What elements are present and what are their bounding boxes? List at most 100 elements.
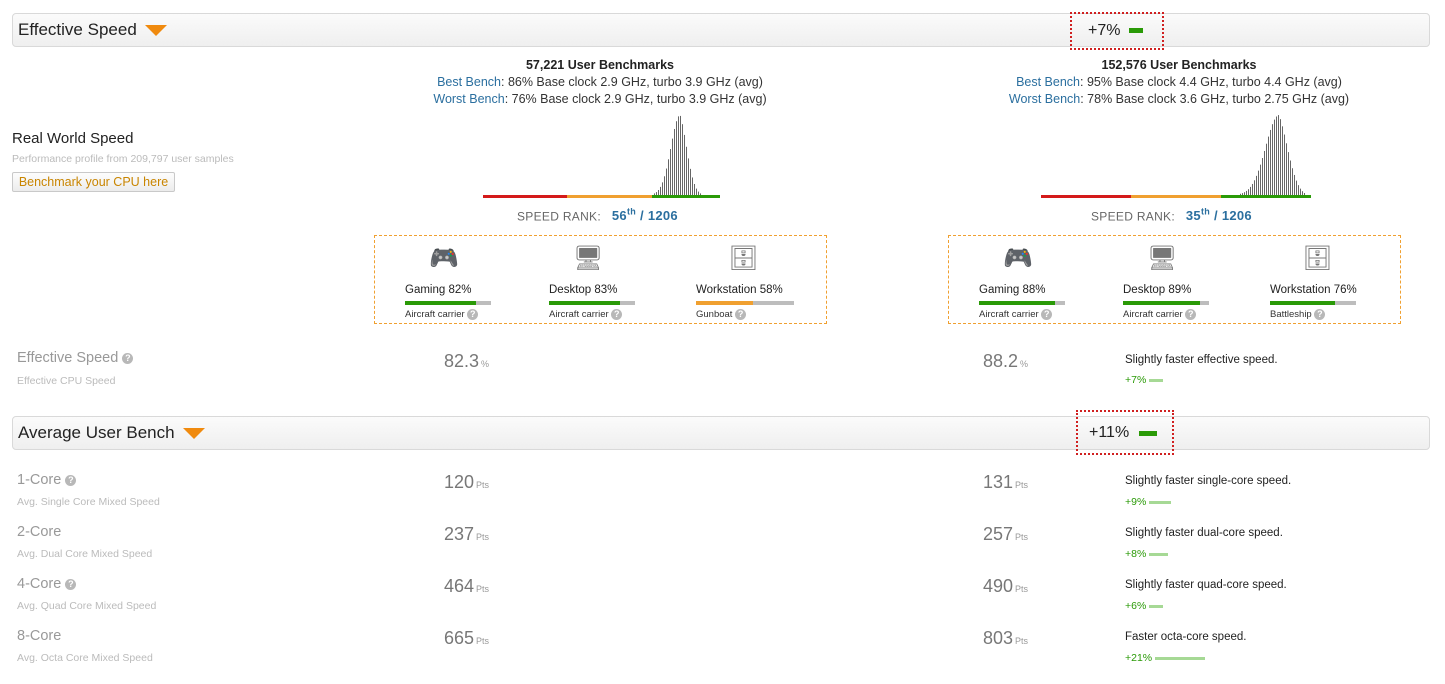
diff-bar <box>1129 28 1143 33</box>
row-label: 4-Core ? <box>17 576 77 592</box>
caret-down-icon[interactable] <box>182 428 205 440</box>
row-pct: +21% <box>1125 652 1206 664</box>
pct-bar <box>1155 656 1206 660</box>
histogram-bar <box>686 146 687 195</box>
histogram-bar <box>658 190 659 195</box>
row-comment: Faster octa-core speed. <box>1125 631 1247 643</box>
real-world-title: Real World Speed <box>12 130 134 147</box>
cpu2-value: 803 Pts <box>983 628 1029 648</box>
histogram-bar <box>1248 189 1249 195</box>
histogram-bar <box>670 149 671 195</box>
usage-bar <box>405 301 491 305</box>
histogram-bar <box>684 134 685 195</box>
help-icon[interactable]: ? <box>735 309 747 320</box>
histogram-bar <box>1254 180 1255 195</box>
histogram-bar <box>1292 168 1293 195</box>
benchmark-cpu-button[interactable]: Benchmark your CPU here <box>12 172 175 192</box>
histogram-bar <box>680 115 681 195</box>
best-bench-link[interactable]: Best Bench <box>437 75 501 89</box>
help-icon[interactable]: ? <box>65 578 77 590</box>
histogram-bar <box>1300 188 1301 195</box>
rank-scale-red <box>1041 195 1131 198</box>
cpu1-value: 120 Pts <box>444 472 490 492</box>
cpu2-value: 131 Pts <box>983 472 1029 492</box>
histogram-bar <box>1294 174 1295 195</box>
histogram-bar <box>1304 192 1305 195</box>
pct-bar <box>1149 552 1169 556</box>
diff-bar <box>1139 431 1157 436</box>
help-icon[interactable]: ? <box>1185 309 1197 320</box>
best-bench-link[interactable]: Best Bench <box>1016 75 1080 89</box>
cpu2-bench-info: 152,576 User Benchmarks Best Bench: 95% … <box>979 58 1379 106</box>
histogram-bar <box>1298 185 1299 195</box>
tower-icon: 🗄 <box>1302 245 1333 272</box>
pct-bar <box>1149 378 1164 382</box>
gamepad-icon: 🎮 <box>1003 245 1033 272</box>
help-icon[interactable]: ? <box>122 352 134 364</box>
rank-scale-red <box>483 195 567 198</box>
section-title: Average User Bench <box>18 423 205 443</box>
histogram-bar <box>1278 115 1279 195</box>
help-icon[interactable]: ? <box>467 309 479 320</box>
row-sub: Avg. Quad Core Mixed Speed <box>17 600 157 612</box>
histogram-bar <box>660 186 661 195</box>
histogram-bar <box>654 193 655 195</box>
cpu1-effective-speed: 82.3% <box>444 351 490 371</box>
histogram-bar <box>682 124 683 195</box>
effective-speed-label: Effective Speed ? <box>17 350 134 366</box>
cpu1-worst-bench: Worst Bench: 76% Base clock 2.9 GHz, tur… <box>433 92 767 106</box>
usage-bar <box>549 301 635 305</box>
histogram-bar <box>656 192 657 195</box>
histogram-bar <box>1288 152 1289 195</box>
histogram-bar <box>1250 186 1251 195</box>
histogram-bar <box>662 182 663 195</box>
histogram-bar <box>1244 192 1245 195</box>
pct-bar <box>1149 500 1172 504</box>
histogram-bar <box>1270 129 1271 195</box>
help-icon[interactable]: ? <box>611 309 623 320</box>
cpu2-bench-title: 152,576 User Benchmarks <box>1101 58 1257 72</box>
cpu2-usage-box: 🎮 Gaming 88% Aircraft carrier ? 🖥 Deskto… <box>948 235 1401 324</box>
effective-speed-comment: Slightly faster effective speed. <box>1125 354 1278 366</box>
help-icon[interactable]: ? <box>1314 309 1326 320</box>
cpu2-histogram <box>1041 115 1311 198</box>
worst-bench-link[interactable]: Worst Bench <box>1009 92 1080 106</box>
histogram-bar <box>1240 193 1241 195</box>
worst-bench-link[interactable]: Worst Bench <box>433 92 504 106</box>
histogram-bar <box>1272 124 1273 195</box>
histogram-bar <box>1246 190 1247 195</box>
cpu1-bench-title: 57,221 User Benchmarks <box>525 58 674 72</box>
monitor-icon: 🖥 <box>1147 245 1178 272</box>
row-sub: Avg. Single Core Mixed Speed <box>17 496 160 508</box>
histogram-bar <box>1258 170 1259 195</box>
row-pct: +8% <box>1125 548 1169 560</box>
bench-row-4-core: 4-Core ? Avg. Quad Core Mixed Speed 464 P… <box>0 574 1445 626</box>
row-label: 2-Core <box>17 524 62 540</box>
tower-icon: 🗄 <box>728 245 759 272</box>
help-icon[interactable]: ? <box>65 474 77 486</box>
usage-bar <box>696 301 794 305</box>
cpu1-usage-box: 🎮 Gaming 82% Aircraft carrier ? 🖥 Deskto… <box>374 235 827 324</box>
effective-speed-header[interactable]: Effective Speed <box>12 13 1430 47</box>
diff-badge: +7% <box>1070 12 1164 50</box>
help-icon[interactable]: ? <box>1041 309 1053 320</box>
usage-bar <box>979 301 1065 305</box>
cpu1-value: 464 Pts <box>444 576 490 596</box>
bench-row-1-core: 1-Core ? Avg. Single Core Mixed Speed 12… <box>0 470 1445 522</box>
histogram-bar <box>700 193 701 195</box>
row-comment: Slightly faster quad-core speed. <box>1125 579 1287 591</box>
histogram-bar <box>696 188 697 195</box>
histogram-bar <box>688 158 689 195</box>
row-label: 8-Core <box>17 628 62 644</box>
row-comment: Slightly faster dual-core speed. <box>1125 527 1283 539</box>
histogram-bar <box>1290 160 1291 195</box>
usage-bar <box>1270 301 1356 305</box>
rank-scale-green <box>1221 195 1311 198</box>
histogram-bar <box>1242 193 1243 195</box>
cpu2-value: 257 Pts <box>983 524 1029 544</box>
caret-down-icon[interactable] <box>144 25 167 37</box>
histogram-bar <box>1302 191 1303 195</box>
average-user-bench-header[interactable]: Average User Bench <box>12 416 1430 450</box>
histogram-bars <box>654 115 701 195</box>
bench-row-2-core: 2-Core Avg. Dual Core Mixed Speed 237 Pts… <box>0 522 1445 574</box>
